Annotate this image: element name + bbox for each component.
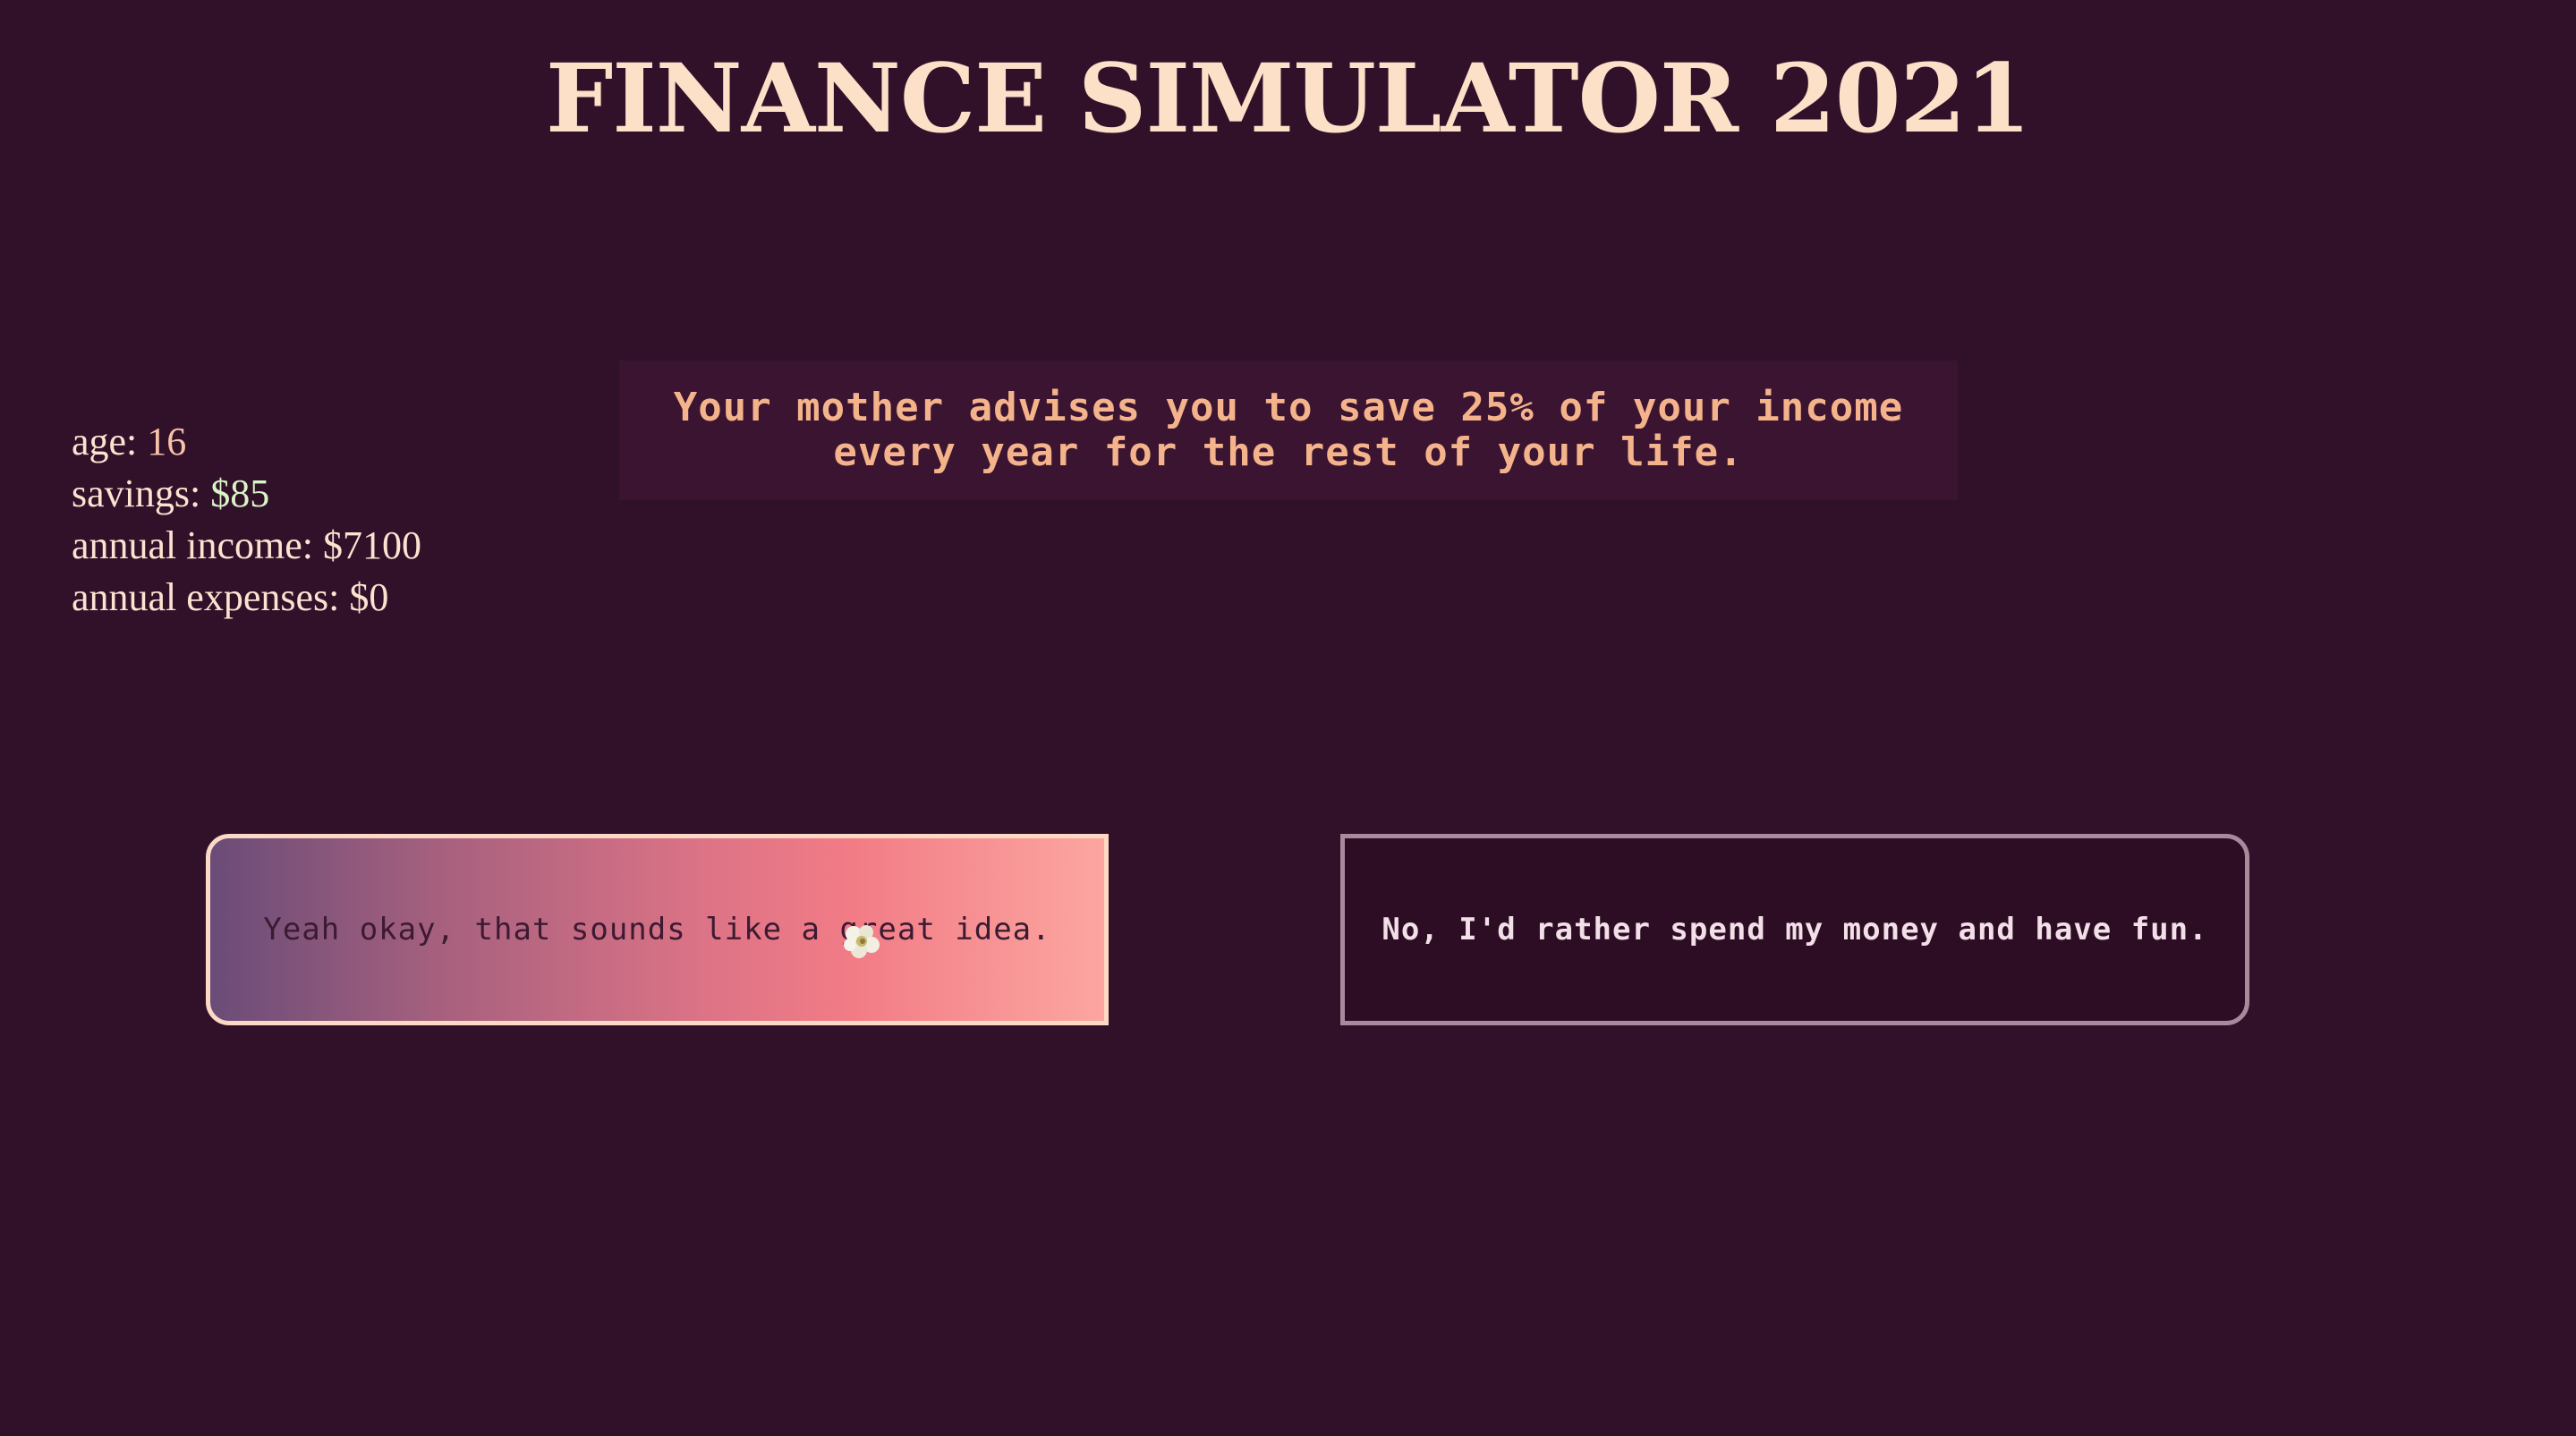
stat-age-value: 16 <box>147 420 187 463</box>
stat-expenses-value: $0 <box>349 575 389 619</box>
event-prompt-line-1: Your mother advises you to save 25% of y… <box>673 385 1904 430</box>
game-title: FINANCE SIMULATOR 2021 <box>545 42 2031 154</box>
stat-savings-value: $85 <box>210 472 270 515</box>
player-stats-panel: age: 16 savings: $85 annual income: $710… <box>72 416 421 624</box>
accept-choice-label: Yeah okay, that sounds like a great idea… <box>263 912 1051 947</box>
stat-expenses: annual expenses: $0 <box>72 572 421 624</box>
stat-expenses-label: annual expenses: <box>72 575 350 619</box>
stat-income-label: annual income: <box>72 523 324 567</box>
event-prompt-line-2: every year for the rest of your life. <box>833 429 1744 475</box>
accept-choice-button[interactable]: Yeah okay, that sounds like a great idea… <box>206 834 1109 1025</box>
stat-income: annual income: $7100 <box>72 520 421 572</box>
event-prompt-box: Your mother advises you to save 25% of y… <box>619 361 1958 500</box>
stat-age-label: age: <box>72 420 148 463</box>
decline-choice-label: No, I'd rather spend my money and have f… <box>1382 912 2208 947</box>
event-prompt-text: Your mother advises you to save 25% of y… <box>635 386 1942 475</box>
stat-age: age: 16 <box>72 416 421 468</box>
stat-income-value: $7100 <box>323 523 422 567</box>
stat-savings-label: savings: <box>72 472 211 515</box>
stat-savings: savings: $85 <box>72 468 421 520</box>
flower-cursor-icon <box>844 925 880 958</box>
decline-choice-button[interactable]: No, I'd rather spend my money and have f… <box>1340 834 2249 1025</box>
